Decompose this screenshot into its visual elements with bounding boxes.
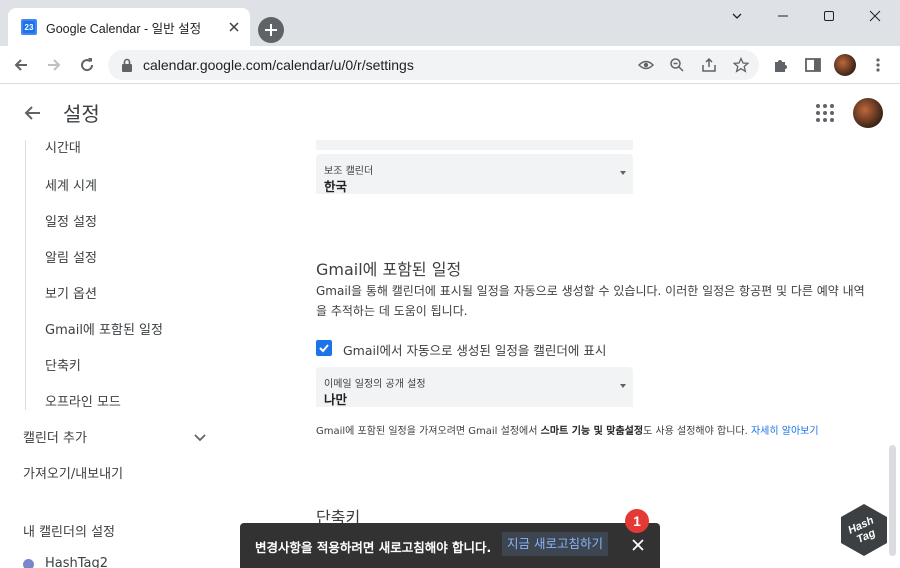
scrollbar-thumb[interactable] — [889, 445, 896, 556]
gmail-events-section-title: Gmail에 포함된 일정 — [316, 260, 462, 279]
learn-more-link[interactable]: 자세히 알아보기 — [751, 426, 819, 437]
calendar-color-dot — [23, 559, 34, 568]
sidebar-item-calendar[interactable]: HashTag2 — [45, 556, 108, 568]
checkmark-icon — [319, 344, 329, 353]
zoom-icon[interactable] — [669, 57, 685, 73]
note-text: Gmail에 포함된 일정을 가져오려면 Gmail 설정에서 — [316, 426, 541, 437]
settings-sidebar: 시간대 세계 시계 일정 설정 알림 설정 보기 옵션 Gmail에 포함된 일… — [0, 140, 290, 568]
email-event-visibility-select[interactable]: 이메일 일정의 공개 설정 나만 — [316, 367, 633, 407]
forward-icon[interactable] — [41, 52, 67, 78]
window-close-icon[interactable] — [852, 0, 898, 32]
google-apps-icon[interactable] — [816, 104, 834, 122]
calendar-favicon-icon: 23 — [21, 19, 37, 35]
gmail-events-checkbox[interactable] — [316, 340, 332, 356]
address-bar[interactable]: calendar.google.com/calendar/u/0/r/setti… — [108, 50, 759, 80]
sidebar-item-event-settings[interactable]: 일정 설정 — [45, 211, 97, 230]
note-bold-text: 스마트 기능 및 맞춤설정 — [540, 426, 644, 437]
browser-titlebar: 23 Google Calendar - 일반 설정 — [0, 0, 900, 46]
tab-search-chevron-icon[interactable] — [714, 0, 760, 32]
bookmark-star-icon[interactable] — [732, 56, 750, 73]
back-icon[interactable] — [8, 52, 34, 78]
step-number-badge: 1 — [625, 509, 649, 533]
lock-icon — [120, 57, 134, 77]
snackbar-message: 변경사항을 적용하려면 새로고침해야 합니다. — [255, 540, 492, 555]
sidebar-item-import-export[interactable]: 가져오기/내보내기 — [23, 463, 123, 482]
sidebar-indent-line — [25, 140, 26, 410]
browser-toolbar: calendar.google.com/calendar/u/0/r/setti… — [0, 46, 900, 84]
minimize-icon[interactable] — [760, 0, 806, 32]
gmail-events-checkbox-label[interactable]: Gmail에서 자동으로 생성된 일정을 캘린더에 표시 — [343, 340, 606, 359]
select-value: 한국 — [324, 179, 348, 194]
sidebar-heading-my-calendars: 내 캘린더의 설정 — [23, 525, 115, 540]
settings-header: 설정 — [0, 84, 900, 140]
sidebar-item-timezone[interactable]: 시간대 — [45, 140, 81, 156]
tab-close-icon[interactable] — [226, 19, 242, 35]
account-avatar[interactable] — [853, 98, 883, 128]
sidebar-item-gmail-events[interactable]: Gmail에 포함된 일정 — [45, 319, 163, 338]
back-arrow-icon[interactable] — [22, 102, 44, 124]
sidebar-item-view-options[interactable]: 보기 옵션 — [45, 283, 97, 302]
refresh-now-button[interactable]: 지금 새로고침하기 — [502, 532, 608, 556]
reload-icon[interactable] — [74, 52, 100, 78]
dropdown-arrow-icon — [620, 384, 626, 388]
primary-timezone-select-partial[interactable] — [316, 140, 633, 150]
sidebar-item-shortcuts[interactable]: 단축키 — [45, 355, 81, 374]
chevron-down-icon[interactable] — [193, 429, 207, 443]
select-label: 보조 캘린더 — [324, 166, 374, 177]
new-tab-button[interactable] — [258, 17, 284, 43]
browser-tab[interactable]: 23 Google Calendar - 일반 설정 — [8, 8, 250, 46]
hashtag-watermark-logo: Hash Tag — [839, 502, 889, 558]
note-text-end: 도 사용 설정해야 합니다. — [643, 426, 751, 437]
secondary-calendar-select[interactable]: 보조 캘린더 한국 — [316, 154, 633, 194]
gmail-events-description: Gmail을 통해 캘린더에 표시될 일정을 자동으로 생성할 수 있습니다. … — [316, 284, 865, 318]
eye-icon[interactable] — [638, 57, 654, 73]
url-text: calendar.google.com/calendar/u/0/r/setti… — [143, 57, 414, 73]
tab-title: Google Calendar - 일반 설정 — [46, 21, 202, 36]
sidebar-item-offline[interactable]: 오프라인 모드 — [45, 391, 121, 410]
sidebar-item-world-clock[interactable]: 세계 시계 — [45, 175, 97, 194]
profile-avatar-small[interactable] — [834, 54, 856, 76]
sidebar-item-add-calendar[interactable]: 캘린더 추가 — [23, 427, 87, 446]
settings-content: 보조 캘린더 한국 Gmail에 포함된 일정 Gmail을 통해 캘린더에 표… — [290, 140, 886, 568]
page-title: 설정 — [63, 102, 100, 126]
select-label: 이메일 일정의 공개 설정 — [324, 379, 426, 390]
sidebar-item-notification-settings[interactable]: 알림 설정 — [45, 247, 97, 266]
more-vert-icon[interactable] — [869, 56, 887, 74]
refresh-snackbar: 변경사항을 적용하려면 새로고침해야 합니다. 지금 새로고침하기 — [240, 523, 660, 568]
side-panel-icon[interactable] — [804, 56, 822, 74]
gmail-smart-features-note: Gmail에 포함된 일정을 가져오려면 Gmail 설정에서 스마트 기능 및… — [316, 422, 819, 437]
select-value: 나만 — [324, 392, 348, 407]
dropdown-arrow-icon — [620, 171, 626, 175]
maximize-icon[interactable] — [806, 0, 852, 32]
snackbar-close-icon[interactable] — [630, 537, 646, 553]
extensions-icon[interactable] — [772, 56, 790, 74]
share-icon[interactable] — [701, 57, 717, 73]
